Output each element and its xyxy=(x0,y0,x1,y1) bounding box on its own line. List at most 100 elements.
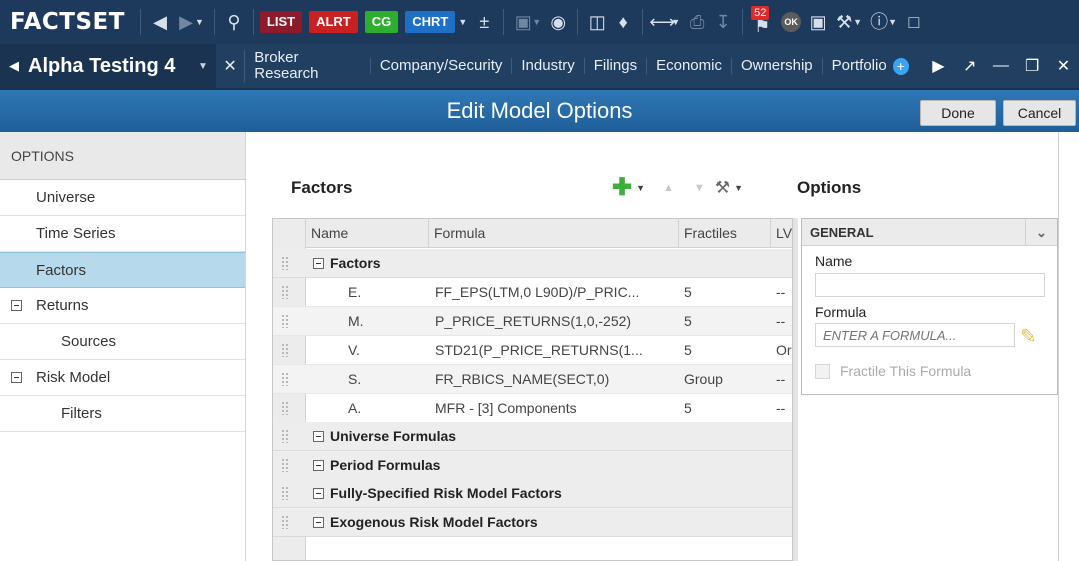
sidebar-item-universe[interactable]: Universe xyxy=(0,180,245,216)
name-input[interactable] xyxy=(815,273,1045,297)
sidebar-item-sources[interactable]: Sources xyxy=(0,324,245,360)
add-factor-dropdown-icon[interactable]: ▼ xyxy=(636,183,645,193)
bell-icon[interactable]: ♦ xyxy=(610,0,636,44)
chevron-down-icon[interactable]: ⌄ xyxy=(1025,219,1057,246)
cg-button[interactable]: CG xyxy=(364,11,399,33)
group-row-period-formulas[interactable]: Period Formulas xyxy=(273,451,792,480)
list-button[interactable]: LIST xyxy=(259,11,303,33)
drag-handle-icon[interactable] xyxy=(281,515,289,529)
drag-handle-icon[interactable] xyxy=(281,429,289,443)
share-dropdown-icon[interactable]: ▼ xyxy=(671,17,680,27)
cancel-button[interactable]: Cancel xyxy=(1003,100,1076,126)
help-dropdown-icon[interactable]: ▼ xyxy=(888,17,897,27)
table-row[interactable]: A. MFR - [3] Components 5 -- xyxy=(273,394,792,423)
collapse-icon[interactable] xyxy=(313,517,324,528)
group-row-exogenous-risk-model-factors[interactable]: Exogenous Risk Model Factors xyxy=(273,508,792,537)
grid-scrollbar[interactable] xyxy=(793,218,798,561)
collapse-icon[interactable] xyxy=(11,300,22,311)
settings-dropdown-icon[interactable]: ▼ xyxy=(853,17,862,27)
group-row-factors[interactable]: Factors xyxy=(273,249,792,278)
factor-fractiles: Group xyxy=(684,371,723,387)
sidebar-item-filters[interactable]: Filters xyxy=(0,396,245,432)
tab-ownership[interactable]: Ownership xyxy=(730,58,822,74)
sidebar-item-factors[interactable]: Factors xyxy=(0,252,245,288)
group-label: Universe Formulas xyxy=(330,428,457,444)
collapse-icon[interactable] xyxy=(313,488,324,499)
fractile-checkbox[interactable] xyxy=(815,364,830,379)
tab-filings[interactable]: Filings xyxy=(583,58,646,74)
table-row[interactable]: V. STD21(P_PRICE_RETURNS(1... 5 Or xyxy=(273,336,792,365)
drag-handle-icon[interactable] xyxy=(281,401,289,415)
briefcase-icon[interactable]: ◫ xyxy=(584,0,610,44)
column-header-fractiles[interactable]: Fractiles xyxy=(678,219,770,248)
factor-settings-dropdown-icon[interactable]: ▼ xyxy=(734,183,743,193)
column-header-formula[interactable]: Formula xyxy=(428,219,678,248)
document-dropdown-icon[interactable]: ▼ xyxy=(198,61,208,72)
move-down-icon[interactable]: ▼ xyxy=(694,182,705,194)
done-button[interactable]: Done xyxy=(920,100,996,126)
table-row[interactable]: E. FF_EPS(LTM,0 L90D)/P_PRIC... 5 -- xyxy=(273,278,792,307)
wrench-icon[interactable]: ⚒ xyxy=(715,178,730,198)
tab-broker-research[interactable]: Broker Research xyxy=(244,50,370,82)
general-section-header[interactable]: GENERAL ⌄ xyxy=(802,219,1057,246)
collapse-icon[interactable] xyxy=(313,431,324,442)
toolbar-divider xyxy=(742,9,744,35)
close-document-icon[interactable]: ✕ xyxy=(216,56,244,76)
save-icon[interactable]: ▣ xyxy=(805,0,831,44)
chat-dropdown-icon[interactable]: ▼ xyxy=(532,17,541,27)
add-tab-icon[interactable]: + xyxy=(892,57,909,75)
plus-minus-icon[interactable]: ± xyxy=(471,0,497,44)
close-window-icon[interactable]: ✕ xyxy=(1048,56,1079,76)
notifications-button[interactable]: ⚑ 52 xyxy=(749,0,777,44)
tab-scroll-right-icon[interactable]: ▶ xyxy=(923,56,954,76)
drag-handle-icon[interactable] xyxy=(281,285,289,299)
grid-header: Name Formula Fractiles LV xyxy=(306,219,792,248)
restore-icon[interactable]: ❐ xyxy=(1017,56,1048,76)
popout-icon[interactable]: ↗ xyxy=(954,56,985,76)
alert-button[interactable]: ALRT xyxy=(309,11,358,33)
drag-handle-icon[interactable] xyxy=(281,486,289,500)
tab-company-security[interactable]: Company/Security xyxy=(369,58,512,74)
download-icon[interactable]: ↧ xyxy=(710,0,736,44)
collapse-icon[interactable] xyxy=(11,372,22,383)
print-icon[interactable]: ⎙ xyxy=(684,0,710,44)
comment-icon[interactable]: □ xyxy=(901,0,927,44)
document-tab[interactable]: ◀ Alpha Testing 4 ▼ xyxy=(0,44,216,88)
group-row-fully-specified-risk-model-factors[interactable]: Fully-Specified Risk Model Factors xyxy=(273,479,792,508)
move-up-icon[interactable]: ▲ xyxy=(663,182,674,194)
collapse-icon[interactable] xyxy=(313,460,324,471)
sidebar-item-time-series[interactable]: Time Series xyxy=(0,216,245,252)
back-arrow-icon[interactable]: ◀ xyxy=(147,0,173,44)
sidebar-item-label: Returns xyxy=(36,297,89,314)
column-header-lv[interactable]: LV xyxy=(770,219,792,248)
status-badge[interactable]: OK xyxy=(781,12,802,32)
sidebar-item-risk-model[interactable]: Risk Model xyxy=(0,360,245,396)
minimize-icon[interactable]: — xyxy=(985,57,1016,75)
drag-handle-icon[interactable] xyxy=(281,458,289,472)
factors-toolbar: ✚ ▼ ▲ ▼ ⚒ ▼ xyxy=(612,176,751,200)
tab-scroll-left-icon[interactable]: ◀ xyxy=(0,58,28,74)
history-dropdown-icon[interactable]: ▼ xyxy=(195,17,204,27)
tab-industry[interactable]: Industry xyxy=(511,58,583,74)
column-header-name[interactable]: Name xyxy=(306,219,428,248)
drag-handle-icon[interactable] xyxy=(281,343,289,357)
chart-button[interactable]: CHRT xyxy=(405,11,456,33)
table-row[interactable]: S. FR_RBICS_NAME(SECT,0) Group -- xyxy=(273,365,792,394)
tab-economic[interactable]: Economic xyxy=(646,58,731,74)
factor-name: M. xyxy=(348,313,364,329)
drag-handle-icon[interactable] xyxy=(281,256,289,270)
search-icon[interactable]: ⚲ xyxy=(221,0,247,44)
eye-icon[interactable]: ◉ xyxy=(545,0,571,44)
drag-handle-icon[interactable] xyxy=(281,372,289,386)
pencil-icon[interactable]: ✎ xyxy=(1020,324,1037,349)
formula-input[interactable] xyxy=(815,323,1015,347)
chart-dropdown-icon[interactable]: ▼ xyxy=(458,17,467,27)
drag-handle-icon[interactable] xyxy=(281,314,289,328)
group-row-universe-formulas[interactable]: Universe Formulas xyxy=(273,422,792,451)
add-factor-icon[interactable]: ✚ xyxy=(612,176,632,200)
factor-name: S. xyxy=(348,371,362,387)
tab-portfolio[interactable]: Portfolio xyxy=(821,58,893,74)
sidebar-item-returns[interactable]: Returns xyxy=(0,288,245,324)
collapse-icon[interactable] xyxy=(313,258,324,269)
table-row[interactable]: M. P_PRICE_RETURNS(1,0,-252) 5 -- xyxy=(273,307,792,336)
